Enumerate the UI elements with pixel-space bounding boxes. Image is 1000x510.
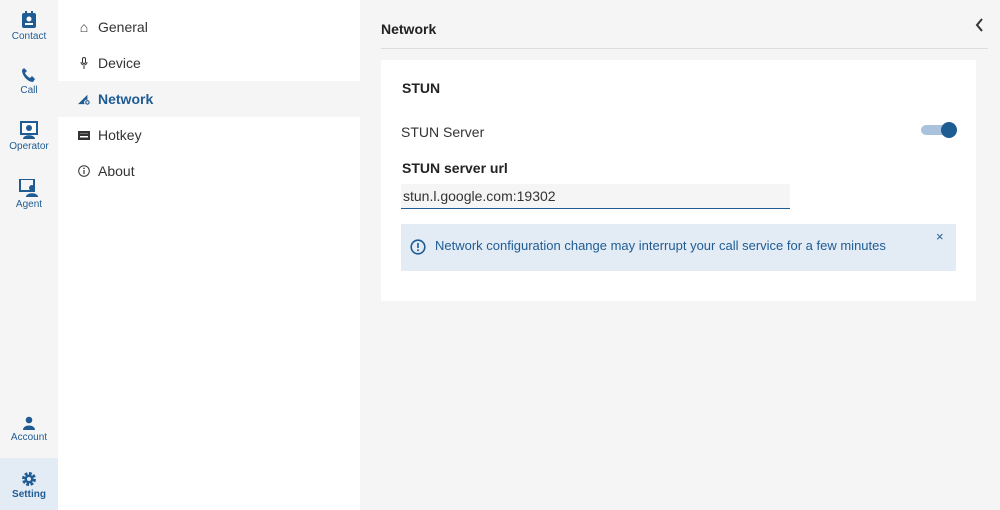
rail-call[interactable]: Call bbox=[0, 67, 58, 96]
home-icon: ⌂ bbox=[79, 19, 89, 35]
contact-icon bbox=[22, 11, 36, 28]
rail-contact[interactable]: Contact bbox=[0, 11, 58, 42]
alert-icon bbox=[410, 239, 426, 255]
alert-message: Network configuration change may interru… bbox=[435, 238, 886, 253]
warning-alert: Network configuration change may interru… bbox=[401, 224, 956, 271]
stun-card: STUN STUN Server STUN server url Network… bbox=[381, 60, 976, 301]
menu-item-device[interactable]: Device bbox=[58, 45, 360, 81]
stun-server-label: STUN Server bbox=[401, 124, 485, 140]
rail-account[interactable]: Account bbox=[0, 416, 58, 443]
divider bbox=[381, 48, 988, 49]
close-alert-button[interactable]: × bbox=[936, 229, 944, 244]
gear-icon bbox=[22, 472, 36, 486]
account-icon bbox=[23, 416, 35, 430]
menu-item-about[interactable]: About bbox=[58, 153, 360, 189]
settings-menu: ⌂ General Device Network Hotkey About bbox=[58, 0, 360, 510]
stun-url-label: STUN server url bbox=[402, 160, 508, 176]
menu-item-general[interactable]: ⌂ General bbox=[58, 9, 360, 45]
network-icon bbox=[78, 93, 90, 105]
page-title: Network bbox=[381, 21, 437, 37]
agent-icon bbox=[19, 179, 38, 197]
info-icon bbox=[78, 165, 90, 177]
microphone-icon bbox=[78, 57, 90, 69]
rail-operator[interactable]: Operator bbox=[0, 121, 58, 152]
menu-item-network[interactable]: Network bbox=[58, 81, 360, 117]
keyboard-icon bbox=[78, 129, 90, 141]
operator-icon bbox=[20, 121, 38, 139]
rail-setting[interactable]: Setting bbox=[0, 458, 58, 510]
phone-icon bbox=[22, 68, 35, 82]
menu-item-hotkey[interactable]: Hotkey bbox=[58, 117, 360, 153]
back-button[interactable] bbox=[974, 17, 984, 38]
icon-rail: Contact Call Operator Agent Account Sett… bbox=[0, 0, 58, 510]
rail-agent[interactable]: Agent bbox=[0, 179, 58, 210]
chevron-left-icon bbox=[975, 18, 983, 32]
section-title: STUN bbox=[402, 80, 441, 96]
stun-server-toggle[interactable] bbox=[921, 122, 957, 138]
stun-url-input[interactable] bbox=[401, 184, 790, 209]
